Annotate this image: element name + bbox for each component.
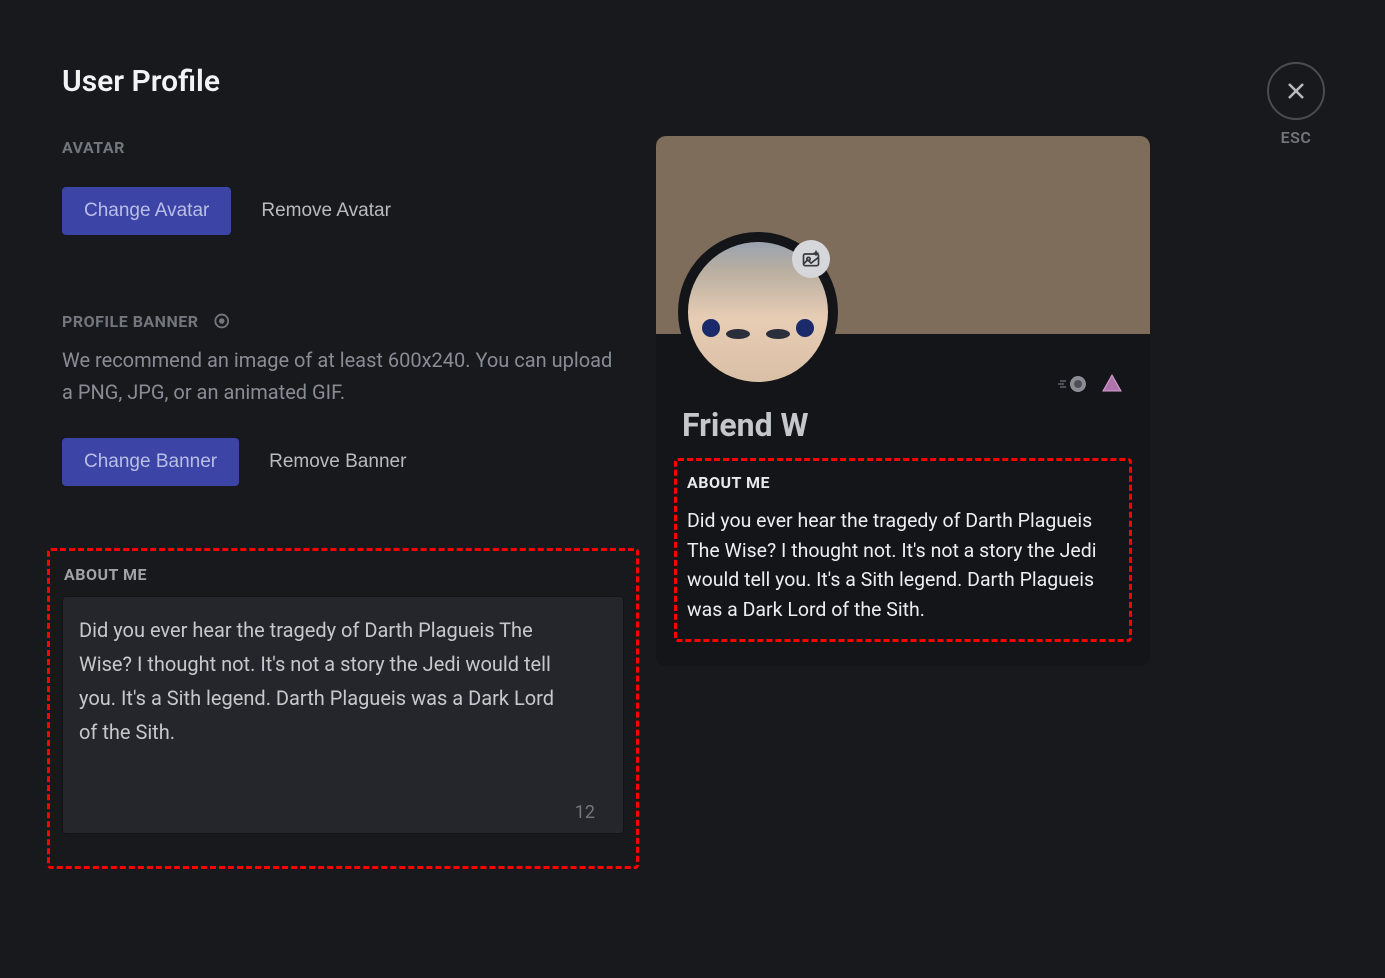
preview-about-section: ABOUT ME Did you ever hear the tragedy o… [674,458,1132,642]
about-me-section: ABOUT ME Did you ever hear the tragedy o… [47,548,639,869]
page-title: User Profile [62,64,220,99]
character-count: 12 [575,802,595,823]
nitro-icon [208,310,230,332]
preview-about-text: Did you ever hear the tragedy of Darth P… [687,506,1119,625]
hypesquad-badge-icon [1100,372,1124,400]
close-button[interactable] [1267,62,1325,120]
about-me-input[interactable]: Did you ever hear the tragedy of Darth P… [62,596,624,834]
banner-hint-text: We recommend an image of at least 600x24… [62,344,617,408]
banner-section-header: PROFILE BANNER [62,312,198,331]
change-banner-button[interactable]: Change Banner [62,438,239,486]
remove-banner-button[interactable]: Remove Banner [269,438,406,486]
about-me-text: Did you ever hear the tragedy of Darth P… [79,613,559,749]
about-me-header: ABOUT ME [64,565,624,584]
upload-avatar-button[interactable] [792,240,830,278]
profile-preview-card: Friend W ABOUT ME Did you ever hear the … [656,136,1150,666]
profile-username: Friend W [682,406,1124,444]
nitro-badge-icon [1058,374,1088,398]
change-avatar-button[interactable]: Change Avatar [62,187,231,235]
preview-about-header: ABOUT ME [687,473,1119,492]
profile-banner[interactable] [656,136,1150,334]
close-icon [1284,79,1308,103]
avatar-section-header: AVATAR [62,138,391,157]
esc-label: ESC [1281,128,1312,147]
remove-avatar-button[interactable]: Remove Avatar [261,187,391,235]
image-upload-icon [801,249,821,269]
